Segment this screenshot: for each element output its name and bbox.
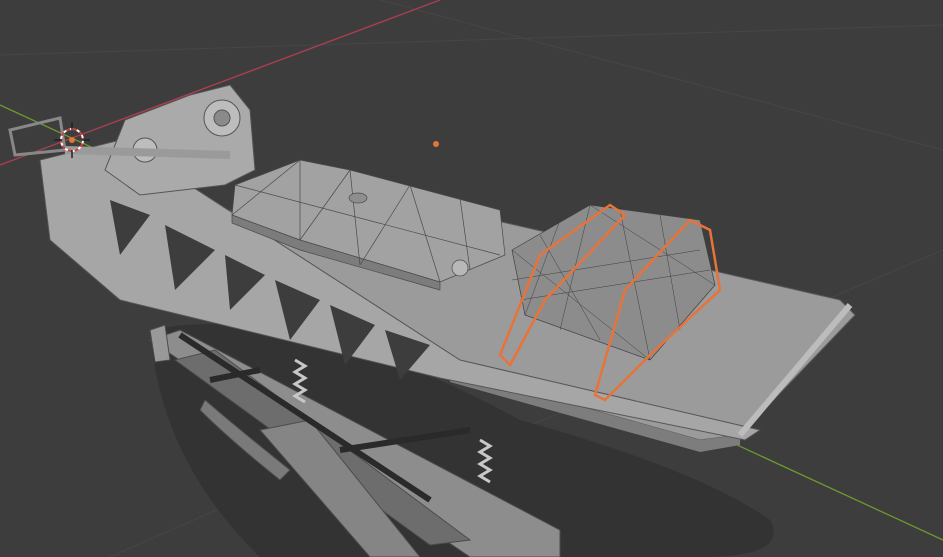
object-origin-point — [433, 141, 439, 147]
viewport-canvas[interactable] — [0, 0, 943, 557]
3d-viewport[interactable] — [0, 0, 943, 557]
